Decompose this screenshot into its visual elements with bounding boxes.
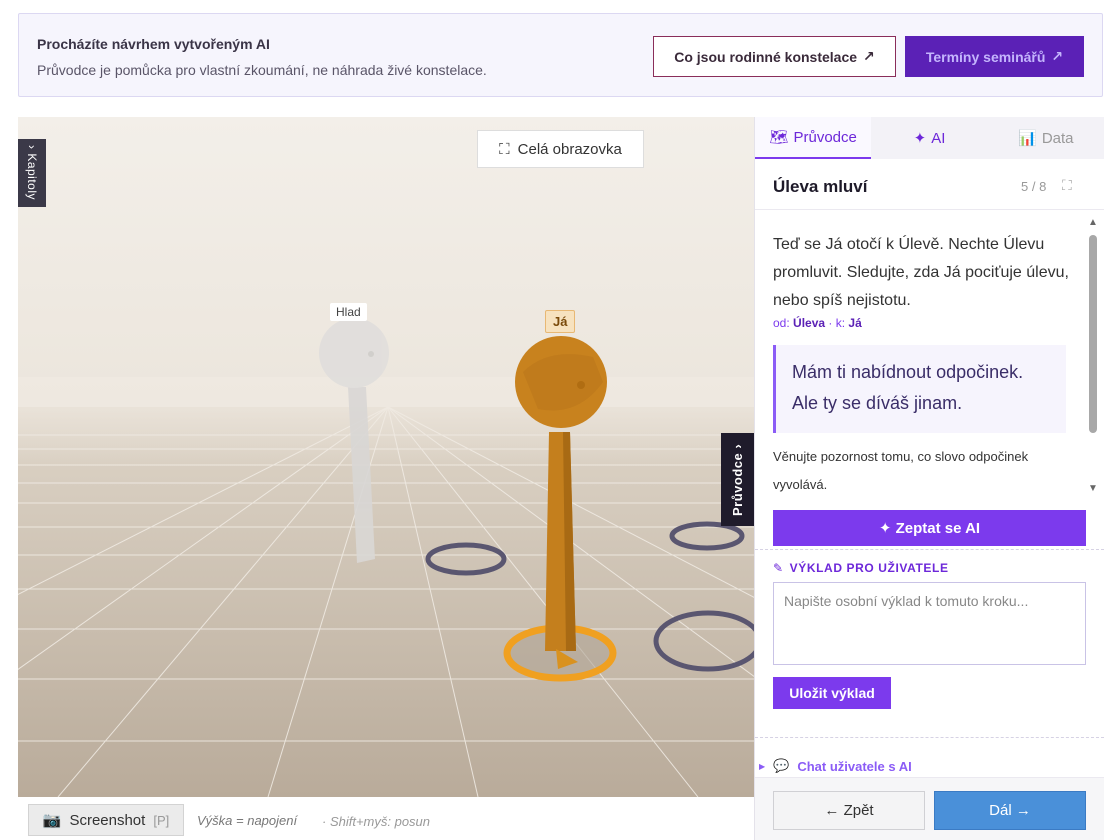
tab-ai-label: AI (931, 129, 946, 147)
height-hint: Výška = napojení (197, 813, 298, 828)
chat-label: Chat uživatele s AI (797, 758, 912, 774)
figure-label-ja: Já (545, 310, 576, 333)
step-description: Teď se Já otočí k Úlevě. Nechte Úlevu pr… (773, 236, 1069, 309)
pan-hint: · Shift+myš: posun (322, 814, 431, 829)
tab-data[interactable]: 📊 Data (988, 117, 1104, 159)
scroll-down-icon[interactable]: ▼ (1088, 483, 1098, 494)
caret-right-icon: ▶ (759, 761, 766, 771)
seminar-dates-button[interactable]: Termíny seminářů ↗ (905, 36, 1084, 77)
divider (755, 549, 1104, 550)
interpretation-heading: ✎ VÝKLAD PRO UŽIVATELE (773, 561, 949, 575)
seminar-dates-label: Termíny seminářů (925, 48, 1046, 65)
scene-toolbar: 📷 Screenshot [P] Výška = napojení · Shif… (18, 797, 754, 840)
step-navigation: ← Zpět Dál → (755, 777, 1104, 840)
fullscreen-icon: ⛶ (499, 140, 510, 158)
step-title: Úleva mluví (773, 177, 868, 196)
figure-label-hlad: Hlad (330, 303, 367, 321)
step-relation: od: Úleva · k: Já (773, 316, 862, 330)
external-link-icon: ↗ (863, 48, 875, 64)
tab-data-label: Data (1041, 129, 1074, 147)
tab-guide[interactable]: 🗺 Průvodce (755, 117, 872, 159)
next-button[interactable]: Dál → (934, 791, 1086, 830)
fullscreen-button[interactable]: ⛶ Celá obrazovka (477, 130, 644, 168)
screenshot-label: Screenshot (69, 811, 146, 829)
scene-canvas[interactable] (18, 117, 754, 797)
guide-panel: 🗺 Průvodce ✦ AI 📊 Data Úleva mluví 5 / 8… (754, 117, 1104, 840)
ai-notice-banner: Procházíte návrhem vytvořeným AI Průvodc… (18, 13, 1103, 97)
interpretation-input[interactable]: Napište osobní výklad k tomuto kroku... (773, 582, 1086, 665)
from-label: od: (773, 316, 790, 330)
screenshot-shortcut: [P] (153, 812, 170, 828)
sparkle-icon: ✦ (913, 130, 927, 147)
panel-tabs: 🗺 Průvodce ✦ AI 📊 Data (755, 117, 1104, 159)
quote-line: Ale ty se díváš jinam. (792, 393, 963, 413)
pencil-icon: ✎ (773, 561, 784, 575)
what-are-constellations-label: Co jsou rodinné konstelace (674, 48, 858, 65)
ask-ai-button[interactable]: ✦ Zeptat se AI (773, 510, 1086, 546)
to-figure: Já (848, 316, 862, 330)
back-button[interactable]: ← Zpět (773, 791, 925, 830)
meta-separator: · (825, 316, 836, 330)
spoken-quote: Mám ti nabídnout odpočinek. Ale ty se dí… (773, 345, 1066, 433)
quote-line: Mám ti nabídnout odpočinek. (792, 362, 1024, 382)
chapters-tab[interactable]: › Kapitoly (18, 139, 46, 207)
fullscreen-label: Celá obrazovka (517, 140, 622, 158)
to-label: k: (835, 316, 846, 330)
chat-toggle[interactable]: ▶ 💬 Chat uživatele s AI (759, 758, 912, 774)
scroll-up-icon[interactable]: ▲ (1088, 217, 1098, 228)
from-figure: Úleva (793, 316, 826, 330)
scrollbar-thumb[interactable] (1089, 235, 1097, 433)
step-counter: 5 / 8 (1021, 179, 1047, 194)
camera-icon: 📷 (42, 812, 62, 829)
guide-collapse-tab[interactable]: Průvodce › (721, 433, 754, 526)
external-link-icon: ↗ (1051, 48, 1064, 64)
tab-guide-label: Průvodce (793, 128, 857, 146)
what-are-constellations-button[interactable]: Co jsou rodinné konstelace ↗ (653, 36, 896, 77)
constellation-3d-view[interactable]: › Kapitoly ⛶ Celá obrazovka Hlad Já Prův… (18, 117, 754, 797)
map-icon: 🗺 (769, 129, 789, 146)
interpretation-heading-label: VÝKLAD PRO UŽIVATELE (789, 561, 949, 575)
content-scrollbar[interactable]: ▲ ▼ (1088, 217, 1098, 497)
step-content[interactable]: Teď se Já otočí k Úlevě. Nechte Úlevu pr… (755, 210, 1104, 500)
chart-icon: 📊 (1018, 130, 1037, 147)
tab-ai[interactable]: ✦ AI (871, 117, 987, 159)
divider (755, 737, 1104, 738)
save-interpretation-button[interactable]: Uložit výklad (773, 677, 891, 709)
screenshot-button[interactable]: 📷 Screenshot [P] (28, 804, 184, 836)
banner-title: Procházíte návrhem vytvořeným AI (37, 36, 270, 52)
banner-subtitle: Průvodce je pomůcka pro vlastní zkoumání… (37, 62, 487, 78)
expand-icon[interactable]: ⛶ (1062, 177, 1072, 194)
chat-bubble-icon: 💬 (773, 758, 790, 773)
step-note: Věnujte pozornost tomu, co slovo odpočin… (773, 449, 1029, 492)
